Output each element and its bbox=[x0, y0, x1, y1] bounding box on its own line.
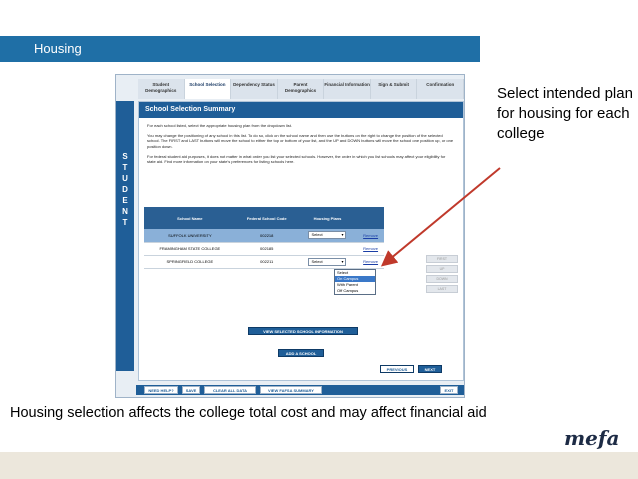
caption-text: Housing selection affects the college to… bbox=[10, 405, 487, 421]
mefa-logo: mefa bbox=[564, 426, 620, 450]
school-name[interactable]: SUFFOLK UNIVERSITY bbox=[144, 229, 236, 243]
remove-link[interactable]: Remove bbox=[363, 246, 378, 251]
remove-link[interactable]: Remove bbox=[363, 259, 378, 264]
sidebar-letter: S bbox=[122, 152, 128, 161]
step-tabs: Student Demographics School Selection De… bbox=[138, 79, 464, 99]
school-name[interactable]: FRAMINGHAM STATE COLLEGE bbox=[144, 242, 236, 256]
sidebar-letter: T bbox=[122, 163, 128, 172]
school-table: School Name Federal School Code Housing … bbox=[144, 207, 384, 269]
first-button[interactable]: FIRST bbox=[426, 255, 458, 263]
chevron-down-icon: ▾ bbox=[341, 258, 344, 264]
last-button[interactable]: LAST bbox=[426, 285, 458, 293]
next-button[interactable]: NEXT bbox=[418, 365, 442, 373]
col-housing-plans: Housing Plans bbox=[297, 207, 358, 229]
view-fafsa-summary-button[interactable]: VIEW FAFSA SUMMARY bbox=[260, 386, 322, 394]
tab-parent-demographics[interactable]: Parent Demographics bbox=[277, 79, 325, 99]
housing-plan-select[interactable]: Select ▾ bbox=[308, 257, 347, 266]
col-school-name: School Name bbox=[144, 207, 236, 229]
sidebar-letter: N bbox=[122, 207, 128, 216]
tab-confirmation[interactable]: Confirmation bbox=[417, 79, 464, 99]
instruction-text-1: For each school listed, select the appro… bbox=[147, 123, 292, 128]
instruction-text-2: You may change the positioning of any sc… bbox=[147, 133, 454, 149]
dropdown-option[interactable]: Off Campus bbox=[335, 288, 375, 294]
tab-financial-information[interactable]: Financial Information bbox=[324, 79, 371, 99]
up-button[interactable]: UP bbox=[426, 265, 458, 273]
callout-text: Select intended plan for housing for eac… bbox=[497, 85, 633, 142]
school-name[interactable]: SPRINGFIELD COLLEGE bbox=[144, 255, 236, 269]
sidebar-letter: T bbox=[122, 218, 128, 227]
sidebar-letter: E bbox=[122, 196, 128, 205]
need-help-button[interactable]: NEED HELP? bbox=[144, 386, 178, 394]
school-code: 002218 bbox=[235, 229, 298, 243]
housing-plan-value: Select bbox=[311, 232, 323, 238]
housing-plan-dropdown[interactable]: Select On Campus With Parent Off Campus bbox=[334, 269, 376, 295]
remove-link[interactable]: Remove bbox=[363, 233, 378, 238]
table-row[interactable]: FRAMINGHAM STATE COLLEGE 002185 Remove bbox=[144, 242, 384, 256]
view-selected-school-button[interactable]: VIEW SELECTED SCHOOL INFORMATION bbox=[248, 327, 358, 335]
add-school-button[interactable]: ADD A SCHOOL bbox=[278, 349, 324, 357]
down-button[interactable]: DOWN bbox=[426, 275, 458, 283]
table-row[interactable]: SPRINGFIELD COLLEGE 002211 Select ▾ Remov… bbox=[144, 255, 384, 269]
col-remove bbox=[357, 207, 384, 229]
panel-title: School Selection Summary bbox=[139, 102, 463, 118]
school-code: 002211 bbox=[235, 255, 298, 269]
chevron-down-icon: ▾ bbox=[341, 232, 344, 238]
clear-all-data-button[interactable]: CLEAR ALL DATA bbox=[204, 386, 256, 394]
tab-dependency-status[interactable]: Dependency Status bbox=[231, 79, 278, 99]
slide-title: Housing bbox=[34, 41, 82, 56]
student-sidebar: S T U D E N T bbox=[116, 101, 134, 371]
table-row[interactable]: SUFFOLK UNIVERSITY 002218 Select ▾ Remove bbox=[144, 229, 384, 243]
tab-student-demographics[interactable]: Student Demographics bbox=[138, 79, 185, 99]
instruction-text-3: For federal student aid purposes, it doe… bbox=[147, 153, 446, 165]
save-button[interactable]: SAVE bbox=[182, 386, 200, 394]
title-bar: Housing bbox=[0, 36, 480, 62]
tab-school-selection[interactable]: School Selection bbox=[184, 79, 232, 99]
tab-sign-submit[interactable]: Sign & Submit bbox=[370, 79, 418, 99]
previous-button[interactable]: PREVIOUS bbox=[380, 365, 414, 373]
exit-button[interactable]: EXIT bbox=[440, 386, 458, 394]
school-code: 002185 bbox=[235, 242, 298, 256]
footer-bar: NEED HELP? SAVE CLEAR ALL DATA VIEW FAFS… bbox=[136, 385, 464, 395]
housing-plan-value: Select bbox=[311, 258, 323, 264]
housing-plan-select[interactable]: Select ▾ bbox=[308, 231, 347, 240]
sidebar-letter: U bbox=[122, 174, 128, 183]
sidebar-letter: D bbox=[122, 185, 128, 194]
col-federal-code: Federal School Code bbox=[235, 207, 298, 229]
fafsa-screenshot: Student Demographics School Selection De… bbox=[115, 74, 465, 398]
bottom-band bbox=[0, 452, 638, 479]
top-band bbox=[0, 0, 638, 34]
move-buttons: FIRST UP DOWN LAST bbox=[426, 255, 458, 295]
